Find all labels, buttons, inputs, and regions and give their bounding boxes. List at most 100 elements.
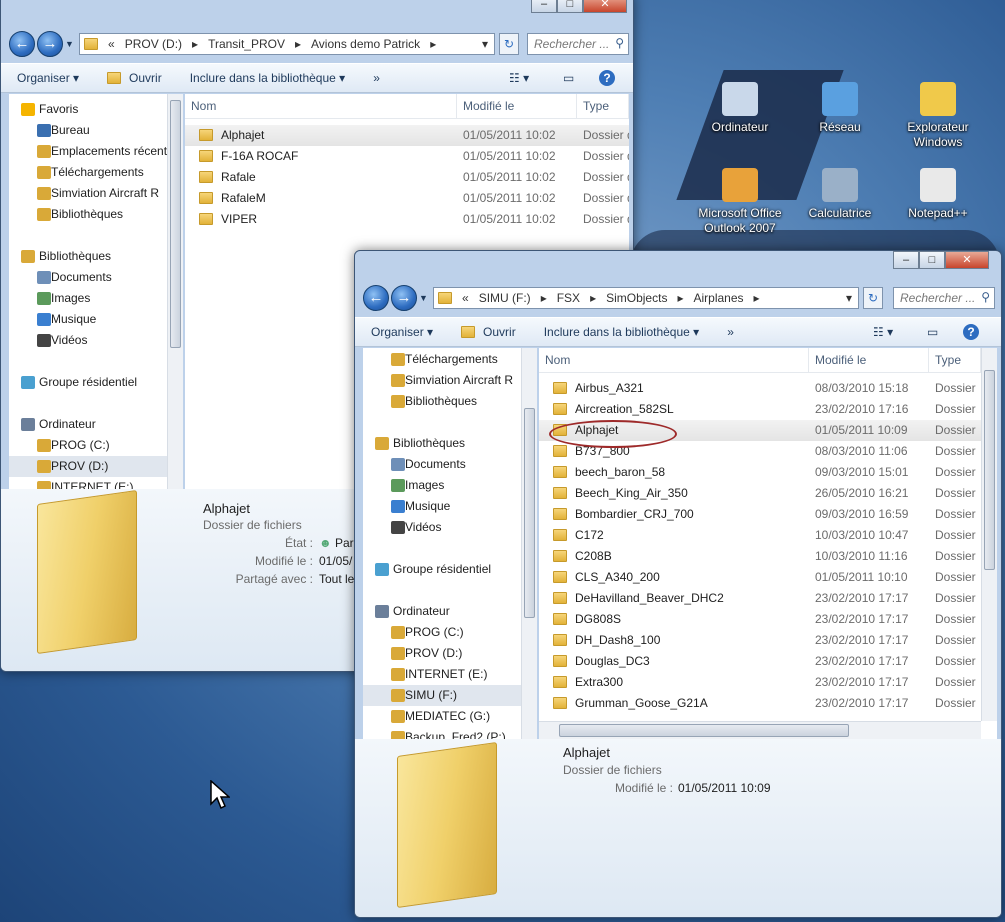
file-row[interactable]: Extra300 23/02/2010 17:17 Dossier: [539, 672, 997, 693]
search-input[interactable]: Rechercher ... ⚲: [893, 287, 995, 309]
nav-item[interactable]: Vidéos: [9, 330, 183, 351]
file-list-hscroll[interactable]: [539, 721, 981, 739]
nav-item[interactable]: PROV (D:): [9, 456, 183, 477]
file-row[interactable]: Airbus_A321 08/03/2010 15:18 Dossier: [539, 378, 997, 399]
view-options-icon[interactable]: ☷ ▾: [873, 325, 893, 339]
nav-item[interactable]: Groupe résidentiel: [363, 559, 537, 580]
nav-item[interactable]: INTERNET (E:): [363, 664, 537, 685]
back-icon[interactable]: ←: [363, 285, 389, 311]
address-dropdown-icon[interactable]: ▾: [846, 291, 852, 305]
nav-item[interactable]: PROV (D:): [363, 643, 537, 664]
file-row[interactable]: Rafale 01/05/2011 10:02 Dossier d: [185, 167, 629, 188]
column-header-1[interactable]: Modifié le: [809, 348, 929, 372]
desktop-icon-4[interactable]: Calculatrice: [790, 168, 890, 221]
nav-item[interactable]: Simviation Aircraft R: [363, 370, 537, 391]
file-row[interactable]: beech_baron_58 09/03/2010 15:01 Dossier: [539, 462, 997, 483]
nav-item[interactable]: PROG (C:): [9, 435, 183, 456]
file-row[interactable]: Douglas_DC3 23/02/2010 17:17 Dossier: [539, 651, 997, 672]
address-bar[interactable]: « SIMU (F:) ▸ FSX ▸ SimObjects ▸ Airplanes ▸ ▾: [433, 287, 859, 309]
nav-item[interactable]: Bureau: [9, 120, 183, 141]
breadcrumb-segment[interactable]: Avions demo Patrick: [311, 37, 420, 51]
nav-item[interactable]: PROG (C:): [363, 622, 537, 643]
nav-item[interactable]: Favoris: [9, 99, 183, 120]
close-button[interactable]: ✕: [945, 251, 989, 269]
refresh-icon[interactable]: ↻: [863, 287, 883, 309]
forward-icon[interactable]: →: [391, 285, 417, 311]
breadcrumb-segment[interactable]: PROV (D:): [125, 37, 182, 51]
minimize-button[interactable]: –: [893, 251, 919, 269]
open-button[interactable]: Ouvrir: [461, 325, 516, 339]
column-header-2[interactable]: Type: [929, 348, 981, 372]
nav-item[interactable]: Bibliothèques: [363, 433, 537, 454]
breadcrumb-segment[interactable]: SIMU (F:): [479, 291, 531, 305]
back-icon[interactable]: ←: [9, 31, 35, 57]
file-row[interactable]: Grumman_Goose_G21A 23/02/2010 17:17 Dossie…: [539, 693, 997, 714]
search-input[interactable]: Rechercher ... ⚲: [527, 33, 629, 55]
nav-item[interactable]: Téléchargements: [363, 349, 537, 370]
include-library-button[interactable]: Inclure dans la bibliothèque ▾: [190, 71, 345, 85]
nav-item[interactable]: Bibliothèques: [9, 204, 183, 225]
address-dropdown-icon[interactable]: ▾: [482, 37, 488, 51]
column-header-0[interactable]: Nom: [185, 94, 457, 118]
more-commands-button[interactable]: »: [727, 325, 734, 339]
file-row[interactable]: DeHavilland_Beaver_DHC2 23/02/2010 17:17 D…: [539, 588, 997, 609]
desktop-icon-5[interactable]: Notepad++: [888, 168, 988, 221]
file-row[interactable]: DG808S 23/02/2010 17:17 Dossier: [539, 609, 997, 630]
file-list-vscroll[interactable]: [981, 348, 997, 721]
nav-scrollbar[interactable]: [167, 94, 183, 489]
file-row[interactable]: VIPER 01/05/2011 10:02 Dossier d: [185, 209, 629, 230]
file-row[interactable]: RafaleM 01/05/2011 10:02 Dossier d: [185, 188, 629, 209]
nav-item[interactable]: Téléchargements: [9, 162, 183, 183]
file-row[interactable]: C208B 10/03/2010 11:16 Dossier: [539, 546, 997, 567]
breadcrumb-segment[interactable]: FSX: [557, 291, 580, 305]
file-row[interactable]: C172 10/03/2010 10:47 Dossier: [539, 525, 997, 546]
history-dropdown-icon[interactable]: ▼: [419, 293, 428, 303]
preview-pane-icon[interactable]: ▭: [927, 325, 938, 339]
nav-item[interactable]: Vidéos: [363, 517, 537, 538]
breadcrumb-segment[interactable]: SimObjects: [606, 291, 667, 305]
file-row[interactable]: Bombardier_CRJ_700 09/03/2010 16:59 Dossie…: [539, 504, 997, 525]
maximize-button[interactable]: □: [557, 0, 583, 13]
file-row[interactable]: Alphajet 01/05/2011 10:02 Dossier d: [185, 125, 629, 146]
breadcrumb-segment[interactable]: Airplanes: [693, 291, 743, 305]
file-row[interactable]: DH_Dash8_100 23/02/2010 17:17 Dossier: [539, 630, 997, 651]
nav-item[interactable]: SIMU (F:): [363, 685, 537, 706]
maximize-button[interactable]: □: [919, 251, 945, 269]
column-header-0[interactable]: Nom: [539, 348, 809, 372]
preview-pane-icon[interactable]: ▭: [563, 71, 574, 85]
column-header-1[interactable]: Modifié le: [457, 94, 577, 118]
explorer-window-simu[interactable]: – □ ✕ ← → ▼ « SIMU (F:) ▸ FSX ▸ SimObjects ▸ Ai…: [354, 250, 1002, 918]
column-header-2[interactable]: Type: [577, 94, 629, 118]
nav-item[interactable]: Backup_Fred2 (P:): [363, 727, 537, 739]
refresh-icon[interactable]: ↻: [499, 33, 519, 55]
desktop-icon-0[interactable]: Ordinateur: [690, 82, 790, 135]
nav-item[interactable]: Images: [363, 475, 537, 496]
more-commands-button[interactable]: »: [373, 71, 380, 85]
desktop-icon-2[interactable]: Explorateur Windows: [888, 82, 988, 150]
forward-icon[interactable]: →: [37, 31, 63, 57]
nav-item[interactable]: Simviation Aircraft R: [9, 183, 183, 204]
breadcrumb-segment[interactable]: Transit_PROV: [208, 37, 285, 51]
desktop-icon-1[interactable]: Réseau: [790, 82, 890, 135]
file-row[interactable]: CLS_A340_200 01/05/2011 10:10 Dossier: [539, 567, 997, 588]
nav-item[interactable]: Documents: [9, 267, 183, 288]
view-options-icon[interactable]: ☷ ▾: [509, 71, 529, 85]
minimize-button[interactable]: –: [531, 0, 557, 13]
desktop-icon-3[interactable]: Microsoft Office Outlook 2007: [690, 168, 790, 236]
nav-item[interactable]: Emplacements récents: [9, 141, 183, 162]
organiser-button[interactable]: Organiser ▾: [371, 325, 433, 339]
nav-item[interactable]: Bibliothèques: [9, 246, 183, 267]
address-bar[interactable]: « PROV (D:) ▸ Transit_PROV ▸ Avions demo Patr…: [79, 33, 495, 55]
nav-scrollbar[interactable]: [521, 348, 537, 739]
nav-item[interactable]: Groupe résidentiel: [9, 372, 183, 393]
file-row[interactable]: Aircreation_582SL 23/02/2010 17:16 Dossier: [539, 399, 997, 420]
nav-item[interactable]: Documents: [363, 454, 537, 475]
history-dropdown-icon[interactable]: ▼: [65, 39, 74, 49]
open-button[interactable]: Ouvrir: [107, 71, 162, 85]
nav-item[interactable]: Bibliothèques: [363, 391, 537, 412]
file-row[interactable]: Beech_King_Air_350 26/05/2010 16:21 Dossie…: [539, 483, 997, 504]
nav-item[interactable]: Musique: [9, 309, 183, 330]
nav-item[interactable]: Images: [9, 288, 183, 309]
nav-item[interactable]: Ordinateur: [363, 601, 537, 622]
close-button[interactable]: ✕: [583, 0, 627, 13]
